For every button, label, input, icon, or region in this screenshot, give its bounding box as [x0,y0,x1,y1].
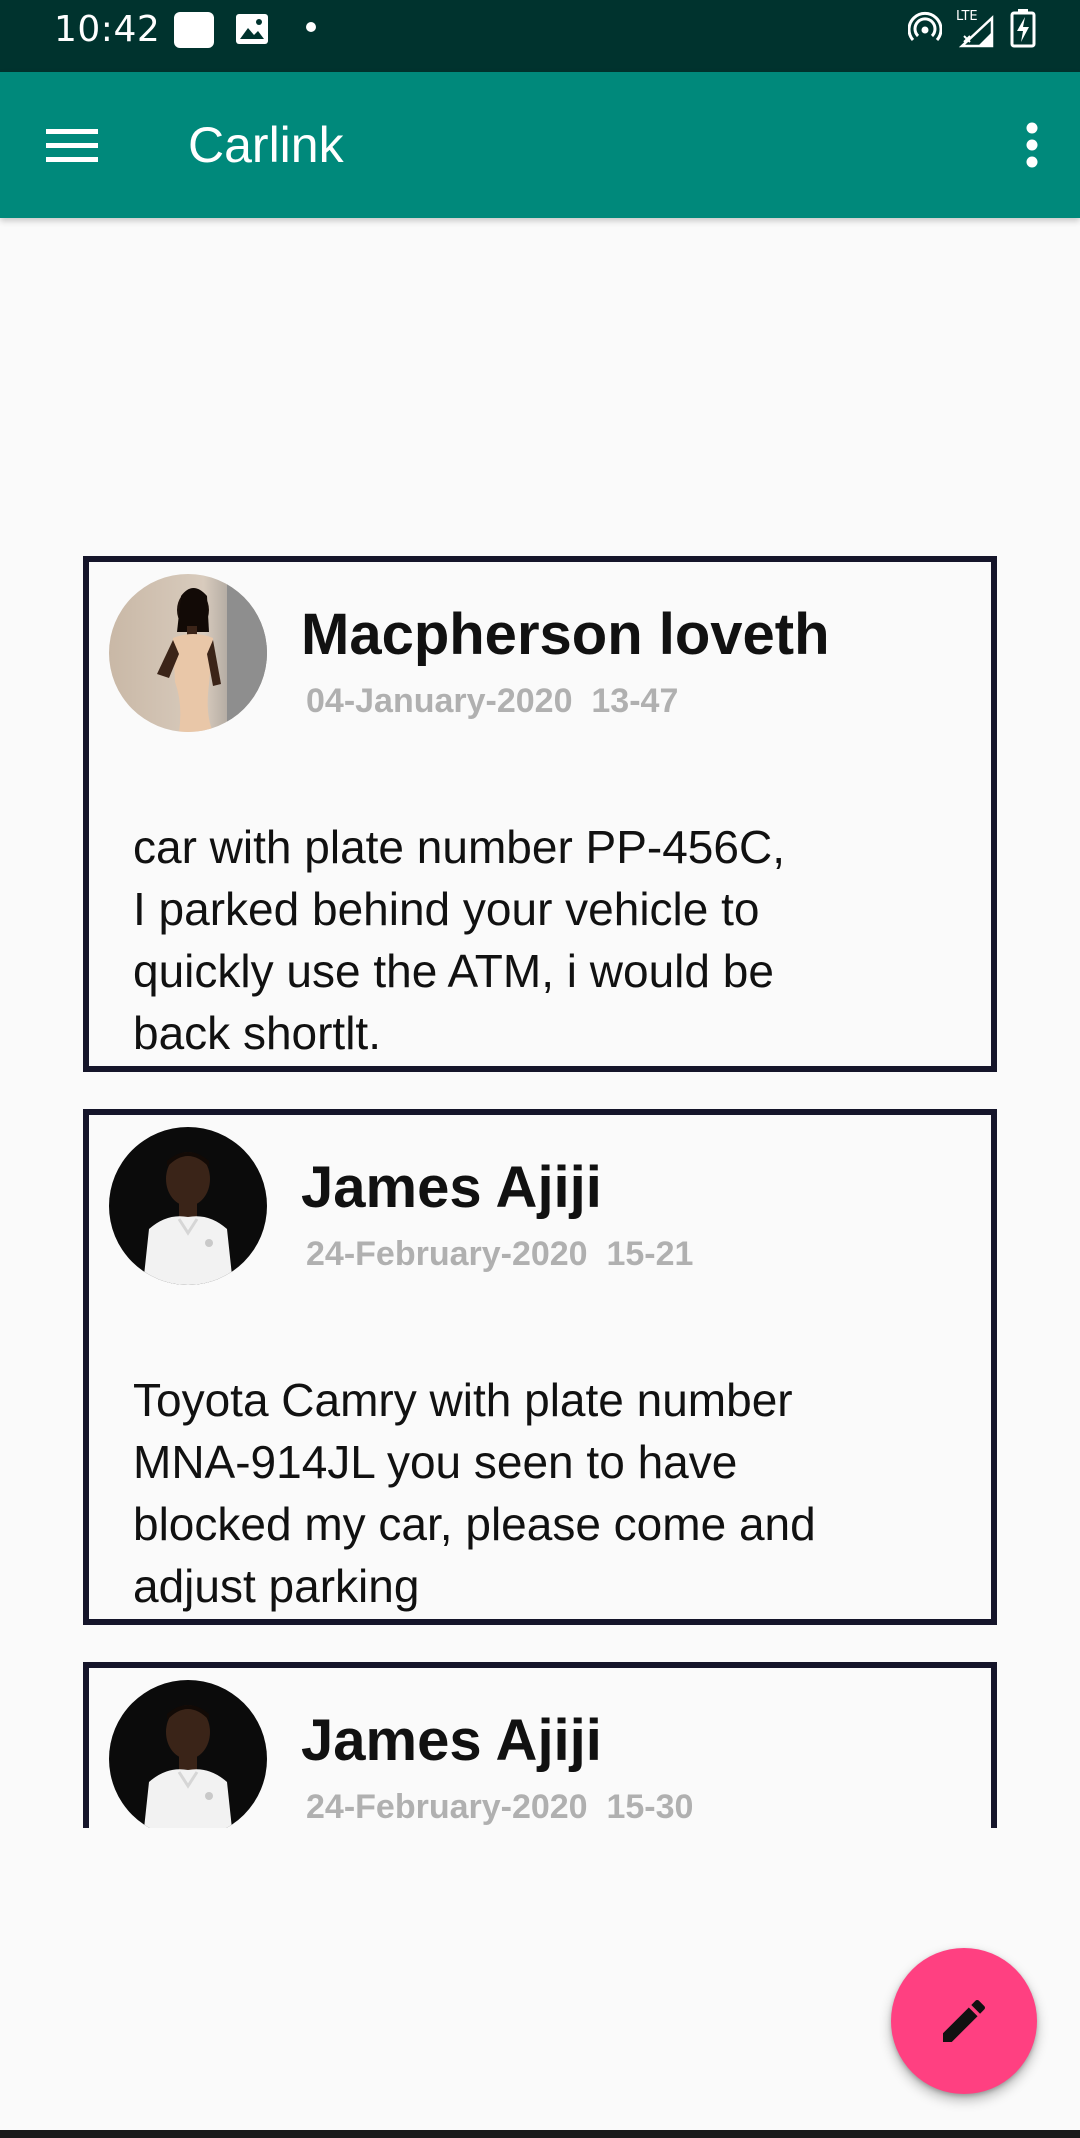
post-message: Toyota Camry with plate number MNA-914JL… [133,1374,816,1612]
status-bar: 10:42 LTE [0,0,1080,72]
post-message: car with plate number PP-456C, I parked … [133,821,785,1059]
post-author: James Ajiji [301,1155,602,1220]
app-title: Carlink [188,117,344,173]
edit-pencil-icon [943,1999,986,2042]
hotspot-icon [907,11,943,49]
image-notification-icon [234,12,270,46]
post-timestamp: 24-February-2020 15-30 [306,1788,694,1826]
avatar-woman-icon[interactable] [109,574,267,732]
post-feed[interactable]: Macpherson loveth 04-January-2020 13-47 … [0,218,1080,1828]
post-card[interactable]: James Ajiji 24-February-2020 15-30 [83,1662,997,1828]
compose-post-button[interactable] [891,1948,1037,2094]
post-card[interactable]: James Ajiji 24-February-2020 15-21 Toyot… [83,1109,997,1625]
hamburger-menu-icon [46,129,98,162]
notification-square-icon [174,12,214,48]
status-icons: LTE [907,8,1036,52]
avatar-man-icon[interactable] [109,1680,267,1828]
system-nav-strip [0,2130,1080,2138]
avatar-man-icon[interactable] [109,1127,267,1285]
status-time: 10:42 [54,9,161,50]
hamburger-menu-button[interactable] [44,118,100,174]
dot-icon [306,22,316,32]
post-author: James Ajiji [301,1708,602,1773]
app-screen: 10:42 LTE Carlink Macpherson loveth 04-J… [0,0,1080,2138]
overflow-menu-button[interactable] [1002,112,1062,178]
signal-icon: LTE [956,10,996,50]
more-vert-icon [1026,122,1038,168]
post-timestamp: 24-February-2020 15-21 [306,1235,694,1273]
app-bar: Carlink [0,72,1080,218]
battery-charging-icon [1010,8,1036,52]
post-author: Macpherson loveth [301,602,830,667]
post-timestamp: 04-January-2020 13-47 [306,682,679,720]
post-card[interactable]: Macpherson loveth 04-January-2020 13-47 … [83,556,997,1072]
